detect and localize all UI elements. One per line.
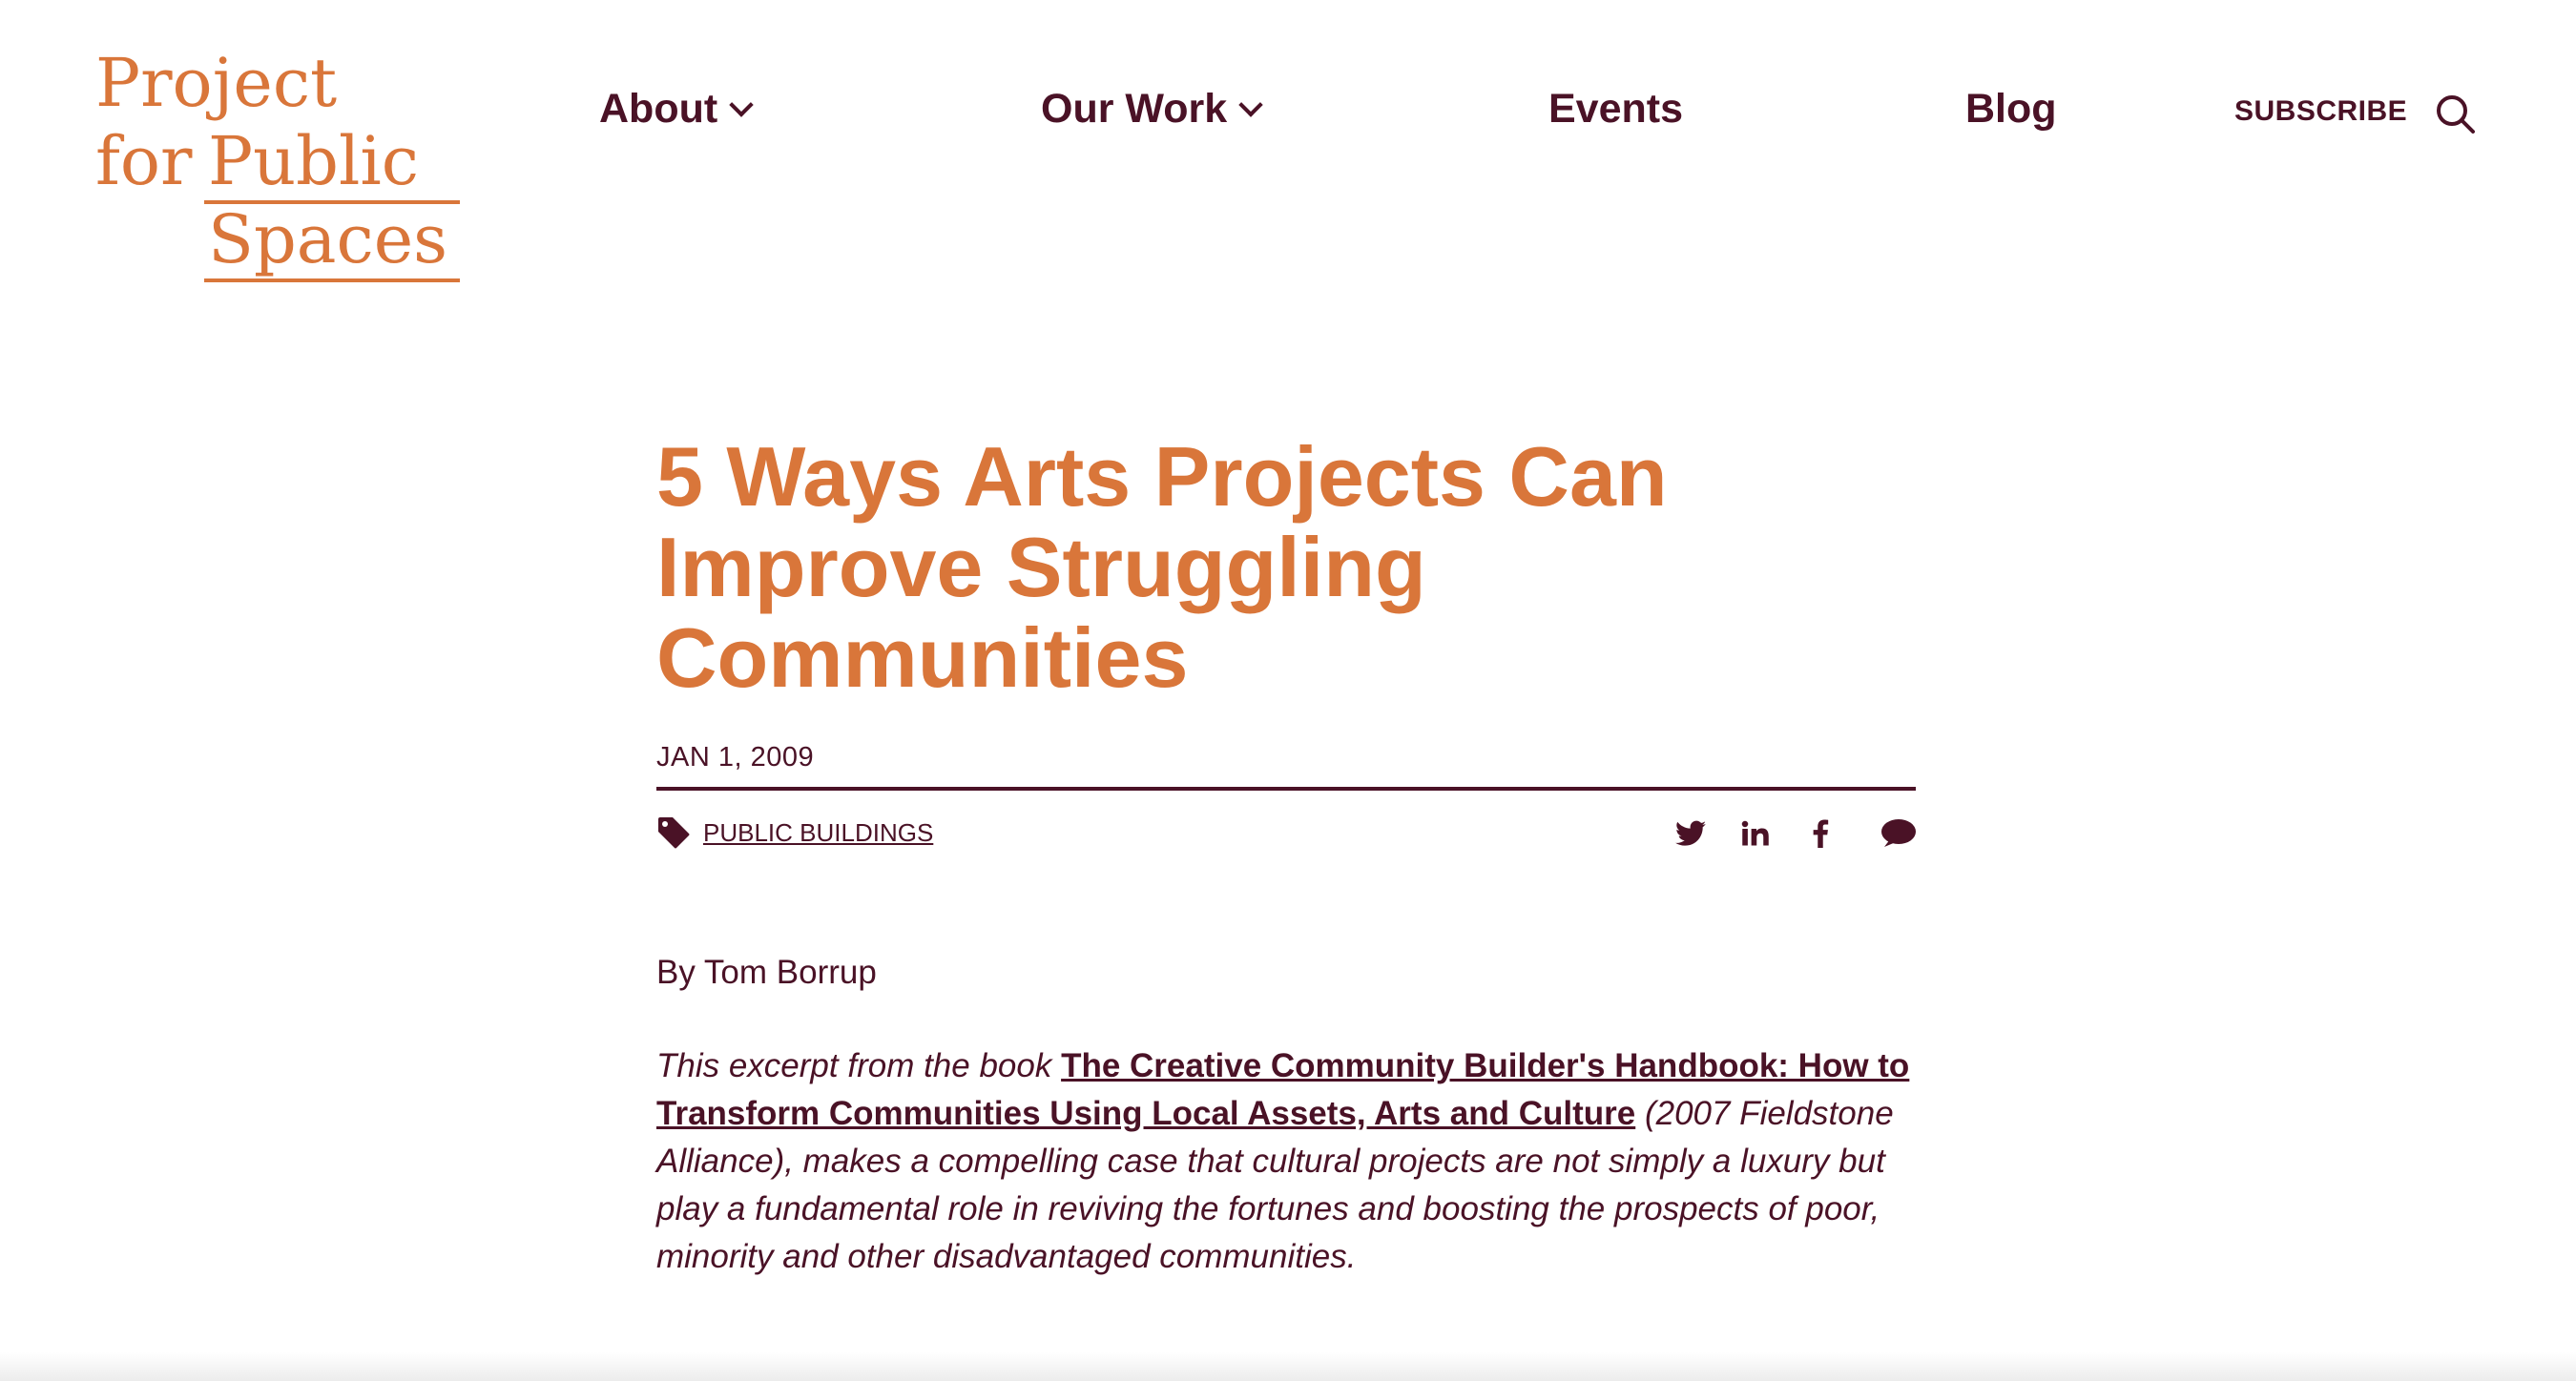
logo-line-1: Project <box>95 44 338 122</box>
twitter-icon <box>1675 820 1706 846</box>
logo-underline-2 <box>204 278 460 282</box>
tag-icon <box>658 817 690 849</box>
nav-blog[interactable]: Blog <box>1965 86 2057 133</box>
linkedin-icon <box>1741 820 1769 846</box>
excerpt-intro: This excerpt from the book <box>656 1047 1062 1084</box>
site-logo[interactable]: Project for Public Spaces <box>95 44 477 292</box>
nav-about[interactable]: About <box>599 86 754 133</box>
logo-line-3: Spaces <box>208 200 448 278</box>
tag-public-buildings[interactable]: PUBLIC BUILDINGS <box>703 818 933 848</box>
share-comment-button[interactable] <box>1880 814 1918 853</box>
article-excerpt: This excerpt from the book The Creative … <box>656 1042 1916 1281</box>
share-twitter-button[interactable] <box>1672 814 1710 853</box>
share-linkedin-button[interactable] <box>1736 814 1775 853</box>
facebook-icon <box>1813 819 1829 848</box>
comment-icon <box>1881 819 1916 847</box>
search-icon <box>2437 95 2475 134</box>
chevron-down-icon <box>1238 92 1263 117</box>
page: Project for Public Spaces About Our Work… <box>0 0 2576 1381</box>
share-facebook-button[interactable] <box>1801 814 1839 853</box>
header-divider <box>656 787 1916 791</box>
nav-our-work[interactable]: Our Work <box>1041 86 1263 133</box>
nav-our-work-label: Our Work <box>1041 86 1228 132</box>
nav-events-label: Events <box>1548 86 1684 132</box>
article-byline: By Tom Borrup <box>656 954 877 991</box>
logo-line-2a: for <box>95 122 193 200</box>
article-title: 5 Ways Arts Projects Can Improve Struggl… <box>656 429 1668 705</box>
nav-blog-label: Blog <box>1965 86 2057 132</box>
logo-underline-1 <box>204 200 460 204</box>
bottom-shadow <box>0 1352 2576 1381</box>
search-button[interactable] <box>2433 92 2479 137</box>
chevron-down-icon <box>729 92 754 117</box>
article-date: JAN 1, 2009 <box>656 742 815 773</box>
nav-events[interactable]: Events <box>1548 86 1683 133</box>
logo-line-2b: Public <box>208 122 419 200</box>
nav-about-label: About <box>599 86 718 132</box>
subscribe-link[interactable]: SUBSCRIBE <box>2234 95 2407 128</box>
